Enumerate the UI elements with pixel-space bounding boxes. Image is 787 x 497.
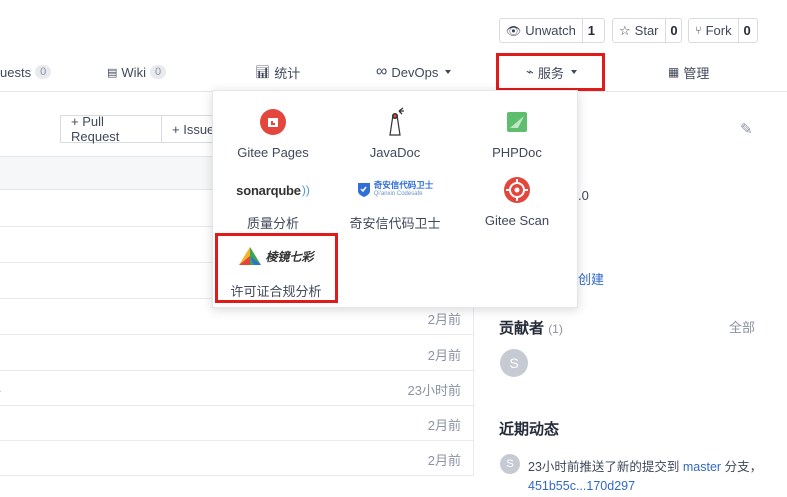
version-fragment: .0: [578, 188, 589, 203]
tab-manage[interactable]: ▦ 管理: [668, 52, 709, 92]
fork-button[interactable]: ⑂ Fork 0: [688, 18, 758, 43]
activity-title: 近期动态: [499, 421, 560, 438]
fork-icon: ⑂: [695, 24, 702, 37]
sonarqube-logo-text: sonarqube: [236, 182, 301, 198]
chevron-down-icon: [445, 70, 452, 74]
star-button[interactable]: ☆ Star 0: [612, 18, 682, 43]
table-row[interactable]: .23小时前: [0, 370, 474, 406]
infinity-icon: ∞: [376, 63, 388, 80]
service-label: Gitee Scan: [484, 213, 550, 228]
fork-count: 0: [737, 19, 756, 42]
tab-devops-label: DevOps: [391, 64, 439, 80]
table-row[interactable]: 2月前: [0, 335, 474, 371]
service-label: 奇安信代码卫士: [349, 216, 441, 231]
table-row[interactable]: 2月前: [0, 440, 474, 476]
service-javadoc[interactable]: JavaDoc: [335, 107, 455, 160]
tab-pull-requests[interactable]: uests 0: [0, 52, 52, 92]
service-qianxin-codesafe[interactable]: 奇安信代码卫士 Qi'anxin Codesafe 奇安信代码卫士: [335, 175, 455, 232]
edit-icon[interactable]: ✎: [740, 120, 753, 138]
activity-item: 23小时前推送了新的提交到 master 分支，451b55c...170d29…: [528, 460, 763, 493]
star-count: 0: [664, 19, 683, 42]
unwatch-button[interactable]: 👁︎ Unwatch 1: [499, 18, 605, 43]
service-gitee-pages[interactable]: Gitee Pages: [213, 107, 333, 160]
contributors-title: 贡献者 (1): [499, 320, 563, 337]
avatar[interactable]: S: [500, 454, 520, 474]
create-link[interactable]: 创建: [578, 269, 604, 288]
phpdoc-icon: [506, 107, 528, 137]
watch-count: 1: [581, 19, 600, 42]
service-quality-analysis[interactable]: sonarqube)) 质量分析: [213, 175, 333, 232]
qianxin-codesafe-icon: 奇安信代码卫士 Qi'anxin Codesafe: [357, 175, 434, 205]
gitee-scan-icon: [503, 175, 531, 205]
services-highlight-box: [496, 53, 605, 91]
license-highlight-box: [215, 233, 338, 303]
tab-stats[interactable]: 📊︎ 统计: [255, 52, 300, 92]
service-label: Gitee Pages: [237, 145, 309, 160]
wiki-icon: ▤: [107, 66, 118, 79]
contributors-all-link[interactable]: 全部: [729, 317, 755, 336]
tab-wiki[interactable]: ▤ Wiki 0: [107, 52, 167, 92]
sonarqube-icon: sonarqube)): [236, 182, 310, 198]
star-icon: ☆: [619, 22, 631, 38]
unwatch-label: Unwatch: [525, 23, 576, 38]
wiki-count-badge: 0: [149, 65, 167, 79]
table-row[interactable]: 2月前: [0, 405, 474, 441]
eye-icon: 👁︎: [506, 23, 522, 38]
settings-doc-icon: ▦: [668, 65, 680, 79]
commit-range-link[interactable]: 451b55c...170d297: [528, 479, 635, 493]
service-phpdoc[interactable]: PHPDoc: [457, 107, 577, 160]
service-gitee-scan[interactable]: Gitee Scan: [457, 175, 577, 228]
service-label: JavaDoc: [369, 145, 421, 160]
tab-wiki-label: Wiki: [121, 64, 146, 80]
pull-requests-count-badge: 0: [35, 65, 52, 79]
service-label: PHPDoc: [492, 145, 542, 160]
star-label: Star: [634, 23, 659, 38]
qianxin-logo-subtext: Qi'anxin Codesafe: [373, 191, 423, 197]
contributors-count: (1): [548, 322, 563, 336]
repo-nav: uests 0 ▤ Wiki 0 📊︎ 统计 ∞ DevOps ⌁ 服务 ▦ 管…: [0, 52, 787, 92]
branch-link[interactable]: master: [683, 460, 721, 474]
tab-pull-requests-label: uests: [0, 64, 32, 80]
service-label: 质量分析: [246, 216, 299, 231]
tab-stats-label: 统计: [274, 65, 301, 81]
tab-devops[interactable]: ∞ DevOps: [376, 52, 452, 92]
javadoc-icon: [382, 107, 408, 137]
tab-manage-label: 管理: [683, 65, 710, 81]
qianxin-logo-text: 奇安信代码卫士: [373, 180, 434, 190]
gitee-pages-icon: [259, 107, 287, 137]
new-pull-request-button[interactable]: + Pull Request: [60, 114, 162, 144]
fork-label: Fork: [705, 23, 732, 38]
bar-chart-icon: 📊︎: [255, 65, 271, 79]
avatar[interactable]: S: [500, 349, 528, 377]
